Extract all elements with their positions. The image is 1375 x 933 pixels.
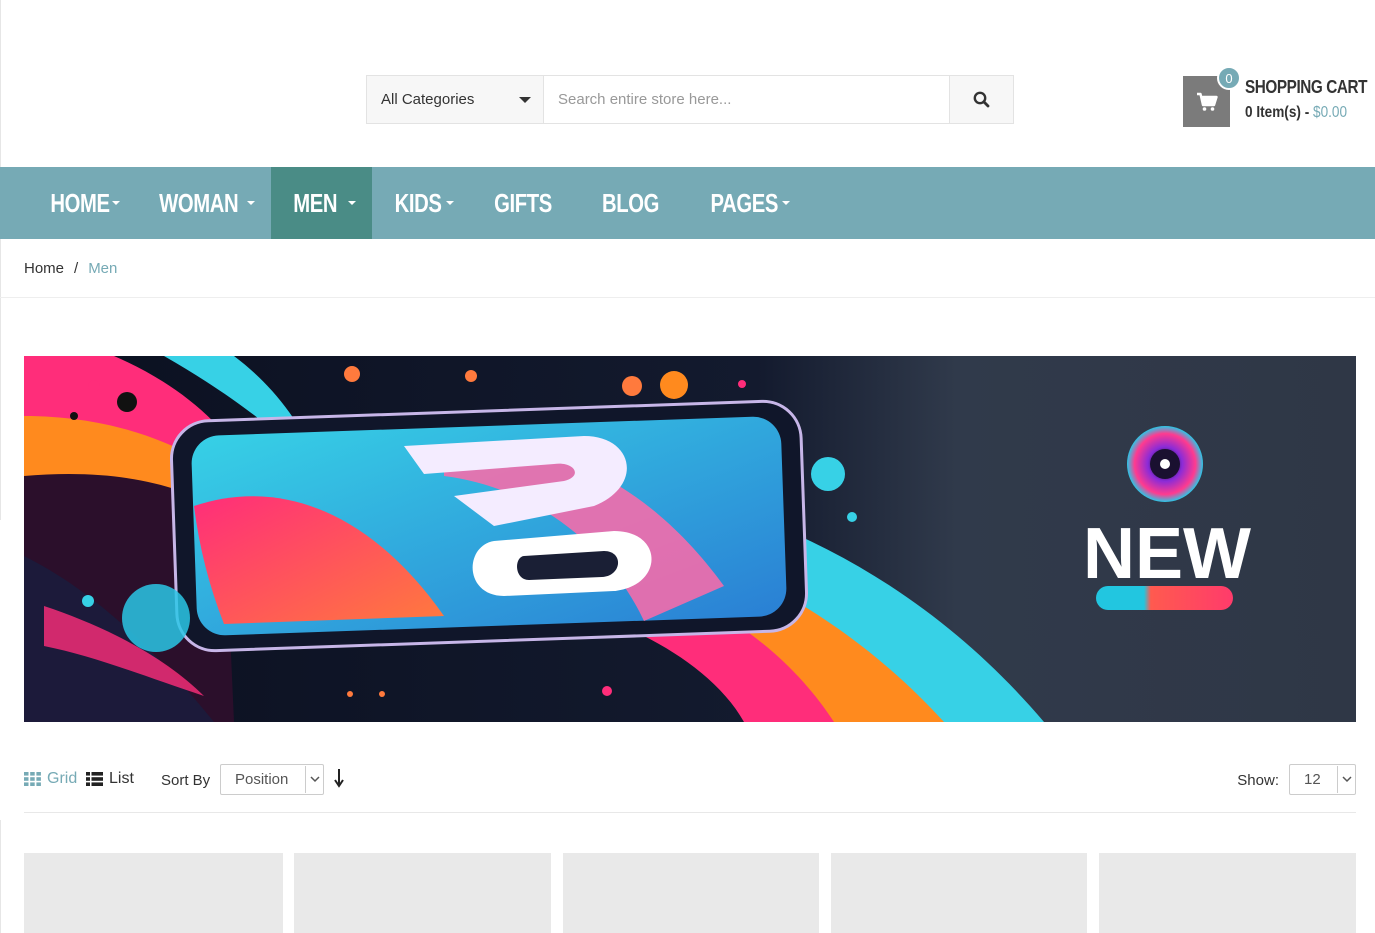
nav-item-label: MEN [293, 187, 338, 218]
sort-by-label: Sort By [161, 772, 211, 789]
chevron-down-icon [781, 201, 790, 205]
nav-item-pages[interactable]: PAGES [685, 167, 806, 239]
sort-direction-button[interactable] [333, 768, 345, 793]
cart-title[interactable]: SHOPPING CART [1245, 77, 1367, 98]
product-toolbar: Grid List Sort By Position Show: 12 [24, 762, 1356, 798]
breadcrumb: Home / Men [24, 260, 117, 277]
cart-items-text: 0 Item(s) - [1245, 104, 1314, 121]
category-select[interactable]: All Categories [367, 76, 544, 123]
nav-item-label: PAGES [710, 187, 779, 218]
banner-headline: NEW [1083, 514, 1251, 594]
show-per-page-select[interactable]: 12 [1289, 764, 1356, 795]
category-select-value: All Categories [381, 91, 475, 108]
grid-view-toggle[interactable]: Grid [24, 770, 77, 788]
nav-item-label: BLOG [601, 187, 660, 218]
show-per-page-label: Show: [1237, 772, 1279, 789]
list-view-toggle[interactable]: List [86, 770, 134, 788]
nav-item-kids[interactable]: KIDS [372, 167, 470, 239]
nav-item-men[interactable]: MEN [271, 167, 372, 239]
chevron-down-icon [112, 201, 120, 205]
chevron-down-icon [1337, 766, 1355, 793]
product-card[interactable] [831, 853, 1087, 933]
breadcrumb-separator: / [74, 260, 79, 277]
mini-cart[interactable]: 0 SHOPPING CART 0 Item(s) - $0.00 [1183, 66, 1373, 128]
search-bar: All Categories [366, 75, 1014, 124]
nav-item-home[interactable]: HOME [24, 167, 134, 239]
product-card[interactable] [563, 853, 819, 933]
chevron-down-icon [445, 201, 454, 205]
nav-item-label: HOME [50, 187, 110, 218]
shopping-cart-icon [1196, 92, 1218, 111]
product-card[interactable] [24, 853, 283, 933]
nav-item-label: KIDS [394, 187, 442, 218]
search-button[interactable] [949, 76, 1013, 123]
list-icon [86, 772, 103, 786]
cart-total: $0.00 [1313, 104, 1348, 121]
breadcrumb-home-link[interactable]: Home [24, 260, 64, 277]
list-view-label: List [109, 770, 134, 787]
product-grid [24, 853, 1356, 933]
chevron-down-icon [519, 96, 531, 103]
breadcrumb-divider [0, 297, 1375, 298]
nav-item-blog[interactable]: BLOG [578, 167, 685, 239]
toolbar-divider [24, 812, 1356, 813]
left-border [0, 820, 1, 933]
chevron-down-icon [347, 201, 356, 205]
nav-item-gifts[interactable]: GIFTS [470, 167, 578, 239]
nav-item-label: WOMAN [159, 187, 239, 218]
chevron-down-icon [247, 201, 256, 205]
search-icon [973, 91, 990, 108]
nav-item-woman[interactable]: WOMAN [134, 167, 271, 239]
site-header: All Categories 0 SHOPPING CART 0 Item(s)… [0, 0, 1375, 167]
grid-view-label: Grid [47, 770, 78, 787]
banner-artwork: NEW [24, 356, 1356, 722]
product-card[interactable] [294, 853, 551, 933]
cart-summary: 0 Item(s) - $0.00 [1245, 104, 1347, 122]
product-card[interactable] [1099, 853, 1356, 933]
show-per-page-value: 12 [1304, 771, 1321, 788]
arrow-down-icon [334, 769, 344, 788]
search-input[interactable] [544, 76, 949, 123]
main-navigation: HOME WOMAN MEN KIDS GIFTS BLOG PAGES [0, 167, 1375, 239]
grid-icon [24, 772, 41, 786]
sort-by-value: Position [235, 771, 289, 788]
sort-by-select[interactable]: Position [220, 764, 324, 795]
cart-count-badge: 0 [1217, 66, 1241, 90]
nav-item-label: GIFTS [494, 187, 552, 218]
chevron-down-icon [305, 766, 323, 793]
category-banner[interactable]: NEW [24, 356, 1356, 722]
breadcrumb-current: Men [88, 260, 118, 277]
